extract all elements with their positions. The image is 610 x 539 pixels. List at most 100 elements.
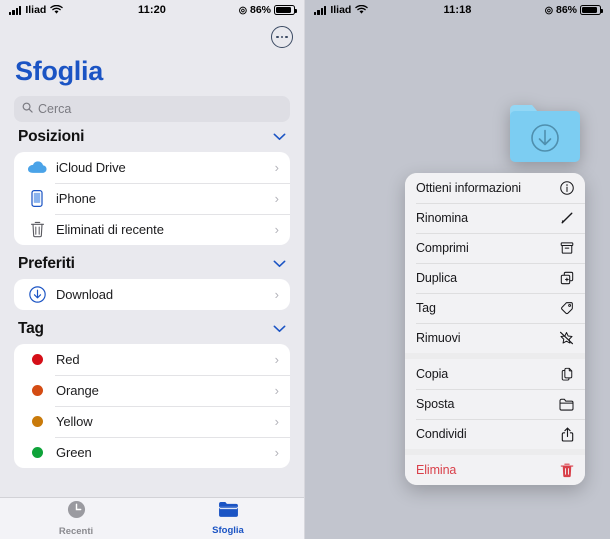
menu-item-duplica[interactable]: Duplica: [405, 263, 585, 293]
info-circle-icon: [558, 181, 574, 195]
list-item-label: Yellow: [56, 414, 93, 429]
list-item-label: Download: [56, 287, 114, 302]
files-browse-screen: Iliad 11:20 ◎ 86% Sfoglia Cerca Posizion…: [0, 0, 305, 539]
menu-item-label: Comprimi: [416, 241, 469, 255]
chevron-right-icon: ›: [274, 222, 279, 237]
battery-icon: [274, 5, 297, 15]
favorites-card: Download ›: [14, 279, 290, 310]
dual-screenshot-container: Iliad 11:20 ◎ 86% Sfoglia Cerca Posizion…: [0, 0, 610, 539]
chevron-down-icon[interactable]: [273, 128, 286, 146]
tab-recenti[interactable]: Recenti: [0, 498, 152, 539]
menu-item-label: Duplica: [416, 271, 457, 285]
list-item-label: iPhone: [56, 191, 96, 206]
tag-dot-icon: [26, 354, 48, 365]
tab-label: Sfoglia: [212, 525, 244, 536]
trash-icon: [558, 463, 574, 478]
list-item-label: iCloud Drive: [56, 160, 126, 175]
status-right-group: ◎ 86%: [544, 4, 603, 16]
copy-docs-icon: [558, 367, 574, 381]
tag-icon: [558, 301, 574, 315]
tab-sfoglia[interactable]: Sfoglia: [152, 498, 304, 539]
menu-item-tag[interactable]: Tag: [405, 293, 585, 323]
tab-label: Recenti: [58, 526, 94, 537]
list-item-label: Green: [56, 445, 92, 460]
chevron-down-icon[interactable]: [273, 320, 286, 338]
list-item-tag-yellow[interactable]: Yellow ›: [14, 406, 290, 437]
tag-dot-icon: [26, 447, 48, 458]
page-title: Sfoglia: [15, 56, 103, 86]
tag-dot-icon: [26, 416, 48, 427]
context-menu: Ottieni informazioni Rinomina Comprimi D…: [405, 173, 585, 485]
menu-item-comprimi[interactable]: Comprimi: [405, 233, 585, 263]
tab-bar: Recenti Sfoglia: [0, 497, 304, 539]
battery-percent-right: 86%: [555, 4, 577, 16]
tags-card: Red › Orange › Yellow › Green ›: [14, 344, 290, 468]
search-icon: [22, 100, 33, 118]
more-ellipsis-button[interactable]: [271, 26, 293, 48]
search-placeholder: Cerca: [38, 102, 72, 116]
status-right-group: ◎ 86%: [238, 4, 297, 16]
chevron-right-icon: ›: [274, 160, 279, 175]
chevron-right-icon: ›: [274, 191, 279, 206]
clock-icon: [67, 500, 86, 524]
rotation-lock-icon: ◎: [544, 4, 553, 16]
menu-item-elimina[interactable]: Elimina: [405, 455, 585, 485]
iphone-icon: [26, 190, 48, 207]
menu-item-label: Ottieni informazioni: [416, 181, 521, 195]
menu-item-label: Rimuovi: [416, 331, 461, 345]
archivebox-icon: [558, 241, 574, 255]
list-item-download[interactable]: Download ›: [14, 279, 290, 310]
menu-item-rinomina[interactable]: Rinomina: [405, 203, 585, 233]
battery-percent-left: 86%: [249, 4, 271, 16]
menu-item-condividi[interactable]: Condividi: [405, 419, 585, 449]
section-header-tag[interactable]: Tag: [0, 310, 304, 344]
pencil-icon: [558, 211, 574, 225]
list-item-tag-green[interactable]: Green ›: [14, 437, 290, 468]
list-item-eliminati-di-recente[interactable]: Eliminati di recente ›: [14, 214, 290, 245]
chevron-right-icon: ›: [274, 287, 279, 302]
menu-item-label: Elimina: [416, 463, 457, 477]
folder-icon: [218, 501, 239, 523]
folder-move-icon: [558, 398, 574, 411]
download-folder-preview[interactable]: [510, 100, 580, 162]
chevron-down-icon[interactable]: [273, 255, 286, 273]
status-bar-left: Iliad 11:20 ◎ 86%: [0, 0, 304, 20]
icloud-icon: [26, 161, 48, 174]
menu-item-label: Rinomina: [416, 211, 469, 225]
section-title: Preferiti: [18, 255, 75, 272]
list-item-label: Orange: [56, 383, 99, 398]
context-menu-screen: Iliad 11:18 ◎ 86% Ottieni informazioni R…: [305, 0, 610, 539]
section-header-preferiti[interactable]: Preferiti: [0, 245, 304, 279]
status-bar-right: Iliad 11:18 ◎ 86%: [305, 0, 610, 20]
menu-item-label: Copia: [416, 367, 449, 381]
menu-item-rimuovi[interactable]: Rimuovi: [405, 323, 585, 353]
menu-item-copia[interactable]: Copia: [405, 359, 585, 389]
chevron-right-icon: ›: [274, 414, 279, 429]
chevron-right-icon: ›: [274, 445, 279, 460]
locations-card: iCloud Drive › iPhone › Eliminati di rec…: [14, 152, 290, 245]
section-title: Posizioni: [18, 128, 85, 145]
section-title: Tag: [18, 320, 44, 337]
download-circle-icon: [26, 286, 48, 303]
navigation-bar-left: [0, 20, 304, 54]
menu-item-sposta[interactable]: Sposta: [405, 389, 585, 419]
menu-item-label: Tag: [416, 301, 436, 315]
chevron-right-icon: ›: [274, 383, 279, 398]
list-item-tag-orange[interactable]: Orange ›: [14, 375, 290, 406]
duplicate-icon: [558, 271, 574, 285]
menu-item-label: Sposta: [416, 397, 455, 411]
tag-dot-icon: [26, 385, 48, 396]
list-item-label: Red: [56, 352, 80, 367]
section-header-posizioni[interactable]: Posizioni: [0, 118, 304, 152]
menu-item-ottieni-informazioni[interactable]: Ottieni informazioni: [405, 173, 585, 203]
context-menu-group-3: Elimina: [405, 455, 585, 485]
list-item-iphone[interactable]: iPhone ›: [14, 183, 290, 214]
list-item-tag-red[interactable]: Red ›: [14, 344, 290, 375]
trash-icon: [26, 221, 48, 238]
chevron-right-icon: ›: [274, 352, 279, 367]
list-item-icloud-drive[interactable]: iCloud Drive ›: [14, 152, 290, 183]
rotation-lock-icon: ◎: [238, 4, 247, 16]
context-menu-group-1: Ottieni informazioni Rinomina Comprimi D…: [405, 173, 585, 353]
browse-scroll-area[interactable]: Posizioni iCloud Drive › iPhone › Elimin…: [0, 118, 304, 497]
battery-icon: [580, 5, 603, 15]
